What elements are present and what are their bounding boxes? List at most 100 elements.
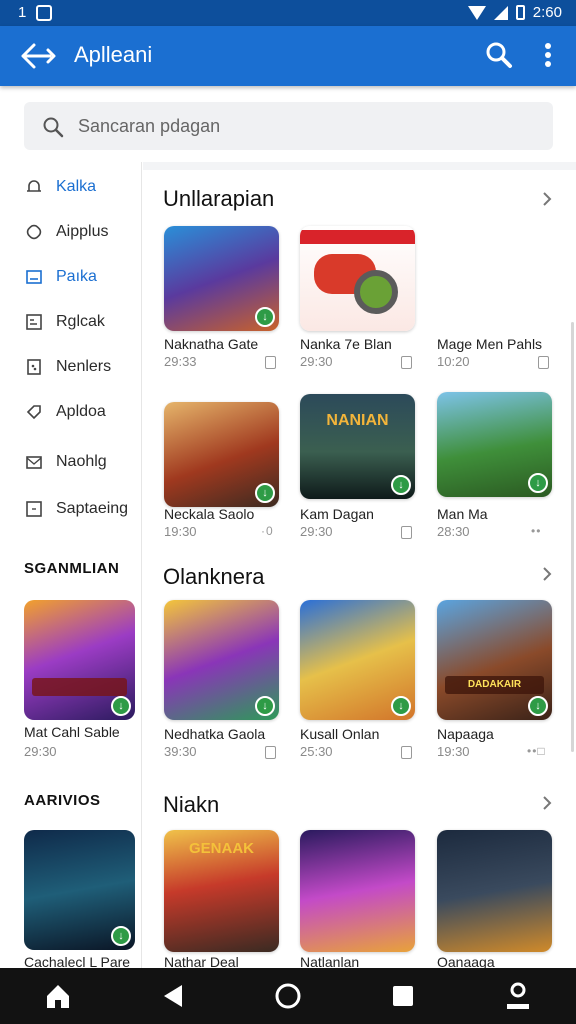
search-input[interactable]	[78, 110, 538, 142]
app-meta: 25:30	[300, 744, 333, 759]
app-thumbnail[interactable]	[300, 830, 415, 952]
section-title: Niakn	[163, 792, 220, 817]
app-meta: 29:33	[164, 354, 197, 369]
app-thumbnail[interactable]: ↓	[300, 600, 415, 720]
sidebar-item-label: Kalka	[56, 178, 97, 195]
divider	[143, 162, 576, 170]
chevron-right-icon[interactable]	[540, 567, 554, 581]
calendar-icon	[24, 357, 44, 377]
battery-icon	[515, 5, 525, 20]
search-bar[interactable]	[24, 102, 553, 150]
sidebar-item-label: Naohlg	[56, 453, 107, 470]
dot-icon	[545, 43, 551, 49]
download-badge-icon: ↓	[255, 483, 275, 503]
image-icon	[24, 267, 44, 287]
app-meta: 19:30	[437, 744, 470, 759]
app-thumbnail[interactable]: DADAKAIR ↓	[437, 600, 552, 720]
sidebar-item-naohlg[interactable]: Naohlg	[24, 447, 107, 477]
document-icon	[24, 312, 44, 332]
download-badge-icon: ↓	[255, 307, 275, 327]
square-icon	[24, 499, 44, 519]
sidebar-item-label: Rglcak	[56, 313, 105, 330]
bookmark-icon[interactable]	[401, 356, 412, 369]
download-badge-icon: ↓	[255, 696, 275, 716]
app-meta: 19:30	[164, 524, 197, 539]
system-navigation-bar	[0, 968, 576, 1024]
search-icon	[486, 42, 512, 68]
app-name: Kam Dagan	[300, 506, 374, 522]
recents-button[interactable]	[383, 976, 423, 1016]
app-meta: 28:30	[437, 524, 470, 539]
square-icon	[393, 986, 414, 1006]
sidebar-item-saptaeing[interactable]: Saptaeing	[24, 494, 128, 524]
status-bar: 1 2:60	[0, 0, 576, 26]
back-nav-button[interactable]	[153, 976, 193, 1016]
mail-icon	[24, 452, 44, 472]
options-icon[interactable]: ·0	[261, 524, 274, 538]
app-name: Nanka 7e Blan	[300, 336, 392, 352]
app-bar: Aplleani	[0, 26, 576, 86]
sidebar-item-apldoa[interactable]: Apldoa	[24, 397, 106, 427]
signal-icon	[493, 5, 508, 20]
section-title: Olanknera	[163, 564, 265, 589]
sidebar-item-kalka[interactable]: Kalka	[24, 172, 96, 202]
sidebar-item-label: Apldoa	[56, 403, 106, 420]
sidebar-item-label: Saptaeing	[56, 500, 129, 517]
download-badge-icon: ↓	[391, 696, 411, 716]
profile-button[interactable]	[498, 976, 538, 1016]
app-thumbnail[interactable]	[300, 226, 415, 331]
app-name: Neckala Saolo	[164, 506, 255, 522]
sidebar-section-heading: SGANMLIAN	[24, 560, 120, 577]
app-name: Nedhatka Gaola	[164, 726, 266, 742]
bookmark-icon[interactable]	[401, 526, 412, 539]
search-button[interactable]	[484, 40, 514, 70]
scrollbar[interactable]	[571, 322, 574, 752]
featured-app-meta: 29:30	[24, 744, 57, 759]
bookmark-icon[interactable]	[538, 356, 549, 369]
sidebar-item-rglcak[interactable]: Rglcak	[24, 307, 105, 337]
circle-icon	[275, 983, 301, 1009]
featured-app-name: Mat Cahl Sable	[24, 724, 120, 740]
wifi-icon	[467, 5, 486, 20]
arrow-left-icon	[21, 43, 56, 69]
chevron-right-icon[interactable]	[540, 192, 554, 206]
app-thumbnail[interactable]: ↓	[437, 392, 552, 497]
bookmark-icon[interactable]	[265, 356, 276, 369]
featured-app-thumbnail[interactable]: ↓	[24, 830, 135, 950]
app-thumbnail[interactable]: ↓	[164, 226, 279, 331]
bookmark-icon[interactable]	[401, 746, 412, 759]
app-thumbnail[interactable]: GENAAK	[164, 830, 279, 952]
options-icon[interactable]: ••□	[527, 744, 546, 758]
more-options-button[interactable]	[538, 40, 558, 70]
sidebar-item-paika[interactable]: Paıka	[24, 262, 97, 292]
sidebar-item-label: Paıka	[56, 268, 97, 285]
app-thumbnail[interactable]: ↓	[164, 402, 279, 507]
bell-icon	[24, 177, 44, 197]
app-name: Kusall Onlan	[300, 726, 380, 742]
thumbnail-title: NANIAN	[326, 412, 389, 429]
notification-count: 1	[18, 4, 27, 21]
thumbnail-banner	[300, 230, 415, 244]
download-badge-icon: ↓	[528, 473, 548, 493]
app-name: Man Ma	[437, 506, 488, 522]
featured-app-thumbnail[interactable]: ↓	[24, 600, 135, 720]
app-name: Naknatha Gate	[164, 336, 259, 352]
app-thumbnail[interactable]: ↓	[164, 600, 279, 720]
sidebar-item-nenlers[interactable]: Nenlers	[24, 352, 111, 382]
back-button[interactable]	[20, 40, 60, 72]
app-thumbnail[interactable]: NANIAN ↓	[300, 394, 415, 499]
bookmark-icon[interactable]	[265, 746, 276, 759]
app-thumbnail[interactable]	[437, 226, 552, 331]
home-button[interactable]	[38, 976, 78, 1016]
sidebar-item-aipplus[interactable]: Aipplus	[24, 217, 108, 247]
person-icon	[507, 982, 530, 1009]
home-circle-button[interactable]	[268, 976, 308, 1016]
triangle-back-icon	[163, 985, 182, 1007]
dot-icon	[545, 52, 551, 58]
options-icon[interactable]: ••	[531, 524, 541, 538]
app-name: Napaaga	[437, 726, 494, 742]
app-thumbnail[interactable]	[437, 830, 552, 952]
main-content: Unllarapian ↓ Naknatha Gate 29:33 Nanka …	[143, 162, 576, 970]
chevron-right-icon[interactable]	[540, 796, 554, 810]
app-meta: 29:30	[300, 354, 333, 369]
